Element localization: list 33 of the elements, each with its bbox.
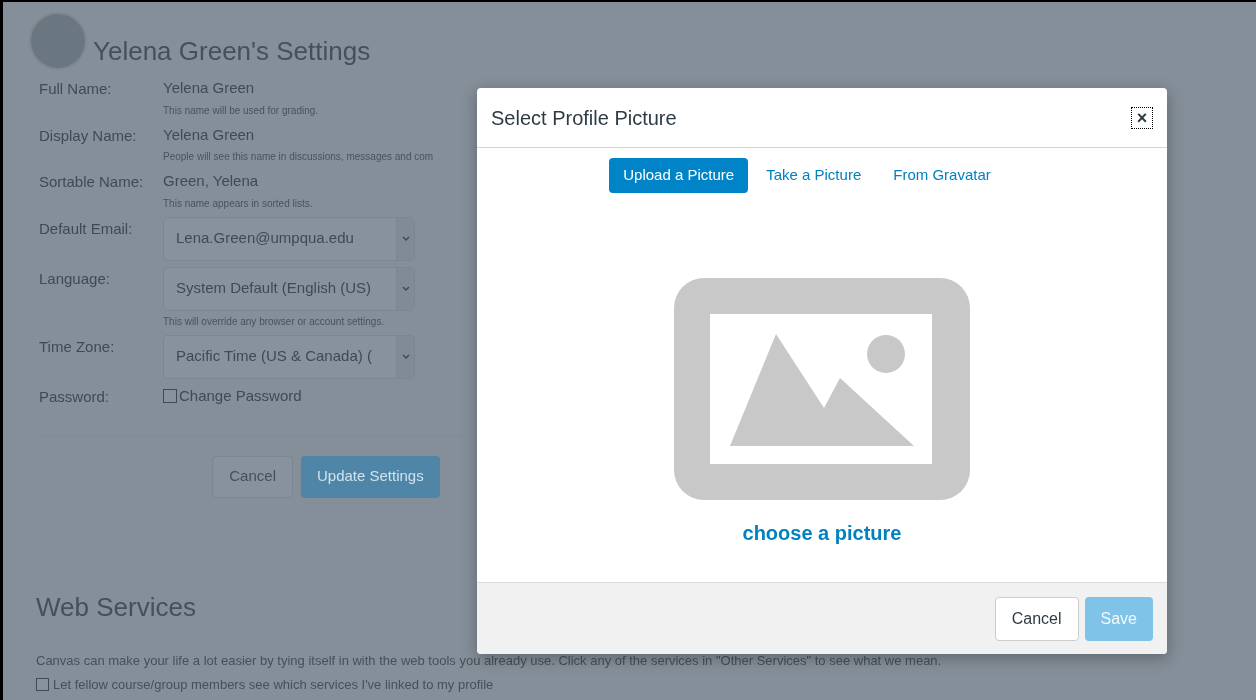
checkbox[interactable] [36,677,49,691]
checkbox-label: Let fellow course/group members see which services I've linked to my profile [53,675,494,694]
close-button[interactable]: × [1131,106,1153,129]
page-title: Yelena Green's Settings [93,35,371,68]
field-label: Password: [39,386,111,407]
image-placeholder-icon [674,277,970,500]
chevron-down-icon [401,235,410,242]
cancel-button[interactable]: Cancel [994,596,1079,641]
chevron-down-icon [401,353,410,360]
tab[interactable]: From Gravatar [879,158,1005,193]
section-title: Web Services [36,591,196,624]
checkbox-label: Change Password [179,385,302,406]
field-value: Yelena Green [163,78,256,98]
chevron-down-icon [401,285,410,292]
field-label: Time Zone: [39,336,116,357]
checkbox[interactable] [163,388,177,403]
choose-picture-link[interactable]: choose a picture [742,517,902,548]
select-field[interactable]: System Default (English (US) [163,266,415,311]
section-description: Canvas can make your life a lot easier by tying itself in with the web tools you already use. Click any of the services in "Other Services" to see what we mean. [36,652,943,670]
field-label: Display Name: [39,125,138,146]
field-label: Language: [39,268,111,289]
tab[interactable]: Upload a Picture [609,158,749,193]
select-field[interactable]: Lena.Green@umpqua.edu [163,216,415,261]
field-value: Green, Yelena [163,171,260,191]
field-label: Sortable Name: [39,172,145,192]
select-field[interactable]: Pacific Time (US & Canada) ( [163,334,415,379]
tab[interactable]: Take a Picture [752,158,876,193]
update-settings-button[interactable]: Update Settings [300,455,440,498]
dialog-title: Select Profile Picture [491,105,677,131]
cancel-button[interactable]: Cancel [212,455,293,498]
field-label: Full Name: [39,79,113,99]
field-value: Yelena Green [163,124,256,145]
field-label: Default Email: [39,218,134,239]
